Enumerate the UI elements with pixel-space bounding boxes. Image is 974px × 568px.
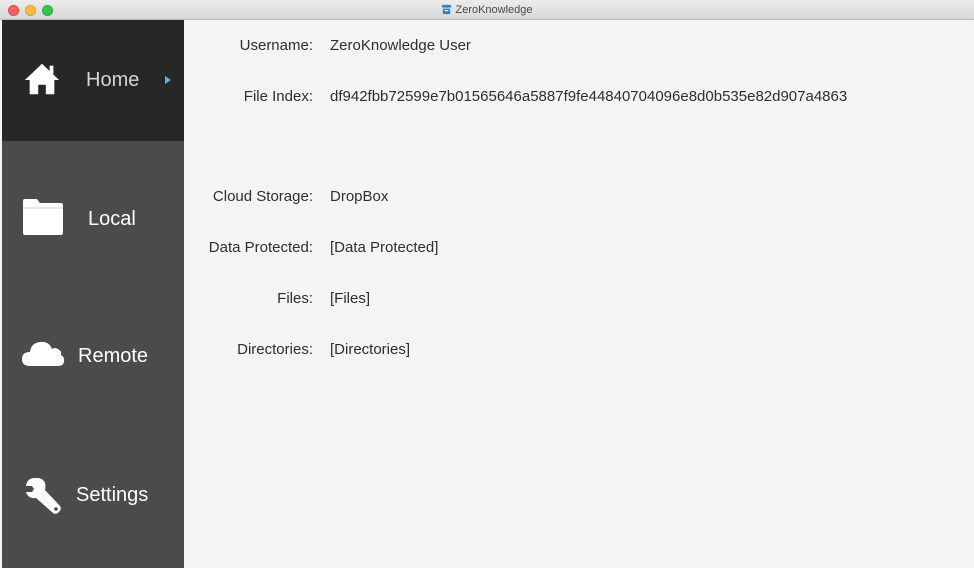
sidebar-item-local[interactable]: Local xyxy=(2,141,184,262)
sidebar-item-label: Home xyxy=(86,69,140,91)
window-title-group: ZeroKnowledge xyxy=(0,3,974,17)
file-index-value: df942fbb72599e7b01565646a5887f9fe4484070… xyxy=(330,88,848,105)
home-icon xyxy=(24,63,60,95)
sidebar-item-remote[interactable]: Remote xyxy=(2,262,184,383)
files-value: [Files] xyxy=(330,290,371,307)
title-bar: ZeroKnowledge xyxy=(0,0,974,20)
sidebar-item-label: Local xyxy=(88,208,136,230)
app-window: ZeroKnowledge Home Local Remote Settings… xyxy=(0,0,974,568)
active-indicator-arrow xyxy=(165,76,171,84)
username-value: ZeroKnowledge User xyxy=(330,37,471,54)
directories-label: Directories: xyxy=(237,341,313,358)
wrench-icon xyxy=(26,478,61,514)
cloud-storage-value: DropBox xyxy=(330,188,389,205)
sidebar: Home Local Remote Settings xyxy=(2,20,184,568)
cloud-icon xyxy=(22,341,65,366)
sidebar-item-label: Settings xyxy=(76,484,149,506)
folder-icon xyxy=(23,199,63,235)
main-content: Username: ZeroKnowledge User File Index:… xyxy=(184,20,974,568)
sidebar-item-settings[interactable]: Settings xyxy=(2,383,184,568)
directories-value: [Directories] xyxy=(330,341,411,358)
files-label: Files: xyxy=(277,290,313,307)
cloud-storage-label: Cloud Storage: xyxy=(212,188,313,205)
sidebar-item-home[interactable]: Home xyxy=(2,20,184,141)
window-title: ZeroKnowledge xyxy=(455,4,533,16)
file-index-label: File Index: xyxy=(243,88,313,105)
username-label: Username: xyxy=(239,37,313,54)
data-protected-value: [Data Protected] xyxy=(330,239,439,256)
app-logo-icon xyxy=(442,4,452,15)
data-protected-label: Data Protected: xyxy=(208,239,313,256)
sidebar-item-label: Remote xyxy=(78,345,149,367)
